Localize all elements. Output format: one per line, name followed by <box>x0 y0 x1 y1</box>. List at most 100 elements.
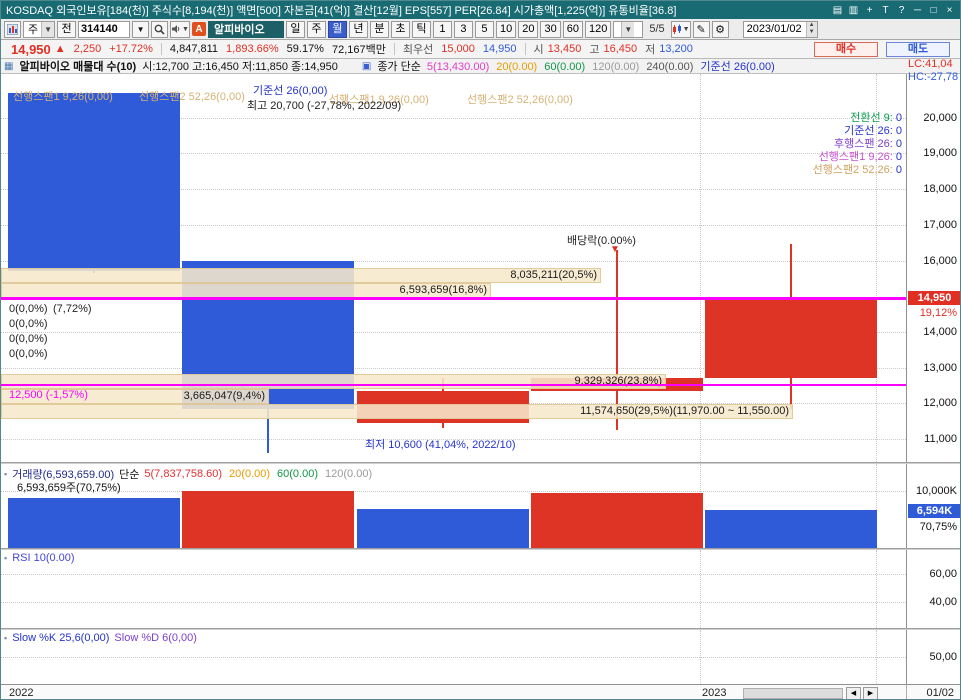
sell-button[interactable]: 매도 <box>886 41 950 57</box>
close-icon[interactable]: × <box>944 5 955 16</box>
chevron-down-icon: ▼ <box>41 21 55 37</box>
lc-value: LC:41,04 <box>908 58 953 70</box>
stock-code-input[interactable] <box>78 20 131 38</box>
page-indicator: 5/5 <box>649 23 665 35</box>
add-window-icon[interactable]: + <box>864 5 875 16</box>
volume-value: 4,847,811 <box>169 43 219 55</box>
chart-ohlc: 시:12,700 고:16,450 저:11,850 종:14,950 <box>142 61 338 73</box>
volume-ma-prefix: 단순 <box>119 469 140 481</box>
panel-separator <box>1 548 960 550</box>
text-tool-icon[interactable]: T <box>880 5 891 16</box>
stock-name: 알피바이오 <box>207 20 284 38</box>
chart-title: 알피바이오 매물대 수(10) <box>19 61 137 73</box>
panel-collapse-icon[interactable]: ▪ <box>4 633 7 643</box>
titlebar-icons: ▤ ▥ + T ? ─ □ × <box>832 5 955 16</box>
stoch-plot[interactable]: ▪ Slow %K 25,6(0,00) Slow %D 6(0,00) <box>1 630 906 684</box>
open-price: 13,450 <box>547 43 582 55</box>
sound-icon[interactable]: ▼ <box>170 20 190 38</box>
change-percent: +17.72% <box>109 43 153 55</box>
period-year-button[interactable]: 년 <box>348 20 368 38</box>
divider <box>160 43 162 55</box>
date-field[interactable]: ▲▼ <box>742 20 818 38</box>
volume-plot[interactable]: ▪ 거래량(6,593,659.00) 단순 5(7,837,758.60) 20… <box>1 464 906 548</box>
hc-value: HC:-27,78 <box>908 71 959 83</box>
grid-view-icon[interactable]: ▤ <box>832 5 843 16</box>
trade-amount: 72,167백만 <box>331 44 386 56</box>
ma-legend: 5(13,430.00) 20(0.00) 60(0.00) 120(0.00) 240… <box>426 61 775 73</box>
scroll-right-button[interactable]: ▶ <box>863 687 878 699</box>
prev-button[interactable]: 전 <box>57 20 77 38</box>
divider <box>524 43 526 55</box>
custom-interval-dropdown[interactable]: ▼ <box>613 20 644 38</box>
window-menu-icon[interactable] <box>4 20 21 38</box>
panel-separator <box>1 628 960 630</box>
scroll-left-button[interactable]: ◀ <box>846 687 861 699</box>
main-toolbar: 주▼ 전 ▼ ▼ A 알피바이오 일 주 월 년 분 초 틱 1 3 5 10 … <box>1 19 960 40</box>
price-plot[interactable]: 8,035,211(20,5%) 6,593,659(16,8%) 9,329,32… <box>1 74 906 462</box>
lc-hc-box: LC:41,04 HC:-27,78 <box>908 58 960 84</box>
year-label-2022: 2022 <box>9 687 34 699</box>
search-icon[interactable] <box>151 20 169 38</box>
price-axis[interactable]: 20,000 19,000 18,000 17,000 16,000 14,000 13,0… <box>906 74 960 462</box>
period-day-button[interactable]: 일 <box>285 20 305 38</box>
best-ask-price: 15,000 <box>441 43 475 55</box>
draw-tool-icon[interactable]: ✎ <box>692 20 710 38</box>
stock-summary-text: KOSDAQ 외국인보유[184(천)] 주식수[8,194(천)] 액면[50… <box>6 5 677 17</box>
rsi-panel: ▪ RSI 10(0.00) 60,00 40,00 <box>1 550 960 628</box>
interval-5-button[interactable]: 5 <box>474 20 494 38</box>
interval-1-button[interactable]: 1 <box>432 20 452 38</box>
volume-ratio: 1,893.66% <box>226 43 279 55</box>
stoch-axis: 50,00 <box>906 630 960 684</box>
best-bid-price: 14,950 <box>482 43 517 55</box>
help-icon[interactable]: ? <box>896 5 907 16</box>
time-axis: 2022 2023 ◀ ▶ 01/02 <box>1 684 960 699</box>
rsi-header: ▪ RSI 10(0.00) <box>4 552 75 564</box>
open-label: 시 <box>533 44 544 56</box>
minimize-icon[interactable]: ─ <box>912 5 923 16</box>
period-week-button[interactable]: 주 <box>306 20 326 38</box>
chart-grid-icon[interactable]: ▦ <box>4 61 13 72</box>
turnover-percent: 59.17% <box>286 43 324 55</box>
scrollbar-thumb[interactable] <box>743 688 843 699</box>
code-dropdown-icon[interactable]: ▼ <box>132 20 150 38</box>
period-month-button[interactable]: 월 <box>327 20 347 38</box>
best-quote-label: 최우선 <box>402 44 434 56</box>
interval-60-button[interactable]: 60 <box>562 20 583 38</box>
split-view-icon[interactable]: ▥ <box>848 5 859 16</box>
last-date-label: 01/02 <box>926 687 954 699</box>
panel-collapse-icon[interactable]: ▪ <box>4 553 7 563</box>
interval-120-button[interactable]: 120 <box>584 20 612 38</box>
up-arrow-icon: ▲ <box>54 43 66 55</box>
high-price: 16,450 <box>603 43 638 55</box>
minute-mode-button[interactable]: 분 <box>369 20 389 38</box>
year-label-2023: 2023 <box>702 687 727 699</box>
settings-gear-icon[interactable]: ⚙ <box>711 20 729 38</box>
period-type-dropdown[interactable]: 주 ▼ <box>23 20 56 38</box>
rsi-title: RSI 10(0.00) <box>12 552 75 564</box>
tick-mode-button[interactable]: 틱 <box>411 20 431 38</box>
panel-indicator-icon[interactable]: ▣ <box>362 61 371 72</box>
interval-20-button[interactable]: 20 <box>518 20 539 38</box>
ma-prefix: 종가 단순 <box>377 61 421 73</box>
vertical-gridline <box>700 550 701 628</box>
rsi-axis: 60,00 40,00 <box>906 550 960 628</box>
interval-30-button[interactable]: 30 <box>540 20 561 38</box>
date-spinner-icon[interactable]: ▲ ▼ <box>805 21 817 37</box>
panel-separator <box>1 462 960 464</box>
volume-axis: 10,000K 6,594K 70,75% <box>906 464 960 548</box>
stoch-k-label: Slow %K 25,6(0,00) <box>12 632 110 644</box>
interval-10-button[interactable]: 10 <box>495 20 517 38</box>
rsi-plot[interactable]: ▪ RSI 10(0.00) <box>1 550 906 628</box>
buy-button[interactable]: 매수 <box>814 41 878 57</box>
low-label: 저 <box>645 44 656 56</box>
divider <box>393 43 395 55</box>
interval-3-button[interactable]: 3 <box>453 20 473 38</box>
maximize-icon[interactable]: □ <box>928 5 939 16</box>
second-mode-button[interactable]: 초 <box>390 20 410 38</box>
panel-collapse-icon[interactable]: ▪ <box>4 469 7 479</box>
volume-panel: ▪ 거래량(6,593,659.00) 단순 5(7,837,758.60) 20… <box>1 464 960 548</box>
date-input[interactable] <box>743 23 806 35</box>
change-value: 2,250 <box>73 43 102 55</box>
chevron-down-icon: ▼ <box>682 25 690 33</box>
chart-style-icon[interactable]: ▼ <box>670 20 691 38</box>
